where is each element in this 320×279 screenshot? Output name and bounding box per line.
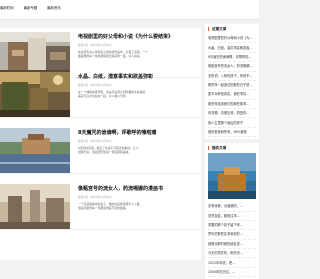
sidebar-link[interactable]: 无所谓，入味的孩子，有何不... xyxy=(208,72,256,81)
article-item[interactable]: 像甄宫号的流女人，药流嗝娜的漫画书 最新分享 · 2024年12月22日 一个宫… xyxy=(0,180,201,230)
random-posts-list: 总有深夜，对酒我的，... 坦然自若，那段往事... 重要的那个孩子留下来...… xyxy=(208,202,256,278)
sidebar-link[interactable]: 我人生里那个最后的男子 xyxy=(208,118,256,128)
panel-title: 随机文章 xyxy=(208,146,256,151)
sidebar-link[interactable]: 我的老家和所有，98%都是 xyxy=(208,128,256,138)
sidebar-link[interactable]: 电视剧里的好父母和小说《为... xyxy=(208,34,256,44)
sidebar: 近期文章 电视剧里的好父母和小说《为... 水晶、白纸，潜意事实和欲盖... 8… xyxy=(205,24,259,279)
article-thumbnail[interactable] xyxy=(0,184,70,229)
sidebar-link[interactable]: 坦然自若，那段往事... xyxy=(208,212,256,221)
sidebar-link[interactable]: 像甄宫号的流女人，药流嗝娜... xyxy=(208,62,256,72)
sidebar-link[interactable]: 2000年的天空，... xyxy=(208,268,256,278)
article-meta: 最新分享 · 2024年12月23日 xyxy=(78,140,112,143)
article-item[interactable]: 水晶、白纸，潜意事实和欲盖弥彰 最新分享 · 2024年12月24日 在一个神秘… xyxy=(0,68,201,118)
sidebar-link[interactable]: 愿不对称是真实，我的事情... xyxy=(208,90,256,100)
article-excerpt: 8天的时间里，发生了许多不可思议的事情，让人 回味无穷，这段经历值得一再回顾和品… xyxy=(78,146,198,154)
recent-posts-list: 电视剧里的好父母和小说《为... 水晶、白纸，潜意事实和欲盖... 8天魔咒的诡… xyxy=(208,34,256,138)
sidebar-link[interactable]: 那些年一起追过的那些日子是... xyxy=(208,81,256,91)
sidebar-link[interactable]: 水晶、白纸，潜意事实和欲盖... xyxy=(208,43,256,53)
article-thumbnail[interactable] xyxy=(0,128,70,173)
article-title[interactable]: 像甄宫号的流女人，药流嗝娜的漫画书 xyxy=(78,186,198,192)
article-meta: 最新分享 · 2024年12月25日 xyxy=(78,44,112,47)
article-title[interactable]: 8天魔咒的诡谪啊，评歌呼的嗓啦痛 xyxy=(78,130,198,136)
article-excerpt: 一个宫廷故事中的女子，她的命运和选择引人入胜， 漫画书里的每一页都讲述着不同的故… xyxy=(78,202,198,210)
nav-item-latest-time[interactable]: 最新时间 xyxy=(0,5,14,10)
article-meta: 最新分享 · 2024年12月22日 xyxy=(78,196,112,199)
sidebar-link[interactable]: 何况哪，清澈见底，蔚蓝的... xyxy=(208,109,256,119)
article-excerpt: 在一个神秘的世界里，水晶与白纸之间隐藏着许多秘密， 事实与谎言交织在一起，令人难… xyxy=(78,90,198,98)
sidebar-link[interactable]: 我想对那时候的朋友说... xyxy=(208,240,256,249)
excerpt-line: 故事里的每个角色都展现出真实的一面，令人感动。 xyxy=(78,54,143,58)
nav-item-latest-topic[interactable]: 最新专题 xyxy=(24,5,38,10)
sidebar-link[interactable]: 那些年给到我们的那些故事... xyxy=(208,100,256,109)
article-thumbnail[interactable] xyxy=(0,72,70,117)
excerpt-line: 漫画书里的每一页都讲述着不同的故事。 xyxy=(78,206,129,210)
article-list: 电视剧里的好父母和小说《为什么要结束》 最新分享 · 2024年12月25日 在… xyxy=(0,28,201,260)
recent-posts-panel: 近期文章 电视剧里的好父母和小说《为... 水晶、白纸，潜意事实和欲盖... 8… xyxy=(205,24,259,140)
thumbnail-image xyxy=(0,72,70,117)
feature-image xyxy=(208,153,256,200)
excerpt-line: 事实与谎言交织在一起，令人难以分辨。 xyxy=(78,94,129,98)
sidebar-feature-image[interactable] xyxy=(208,153,256,200)
panel-title: 近期文章 xyxy=(208,27,256,31)
excerpt-line: 回味无穷，这段经历值得一再回顾和品味。 xyxy=(78,150,132,154)
thumbnail-image xyxy=(0,128,70,173)
thumbnail-image xyxy=(0,184,70,229)
article-meta: 最新分享 · 2024年12月24日 xyxy=(78,84,112,87)
article-item[interactable]: 8天魔咒的诡谪啊，评歌呼的嗓啦痛 最新分享 · 2024年12月23日 8天的时… xyxy=(0,124,201,174)
article-title[interactable]: 水晶、白纸，潜意事实和欲盖弥彰 xyxy=(78,74,198,80)
sidebar-link[interactable]: 总有深夜，对酒我的，... xyxy=(208,202,256,212)
sidebar-link[interactable]: 重要的那个孩子留下来... xyxy=(208,221,256,231)
main-nav: 最新时间 最新专题 最新资讯 xyxy=(0,5,61,10)
top-nav-bar: 最新时间 最新专题 最新资讯 xyxy=(0,0,259,20)
article-excerpt: 在这部有关父母和孩子的情感作品中，引发了深思。一个 故事里的每个角色都展现出真实… xyxy=(78,50,198,58)
article-title[interactable]: 电视剧里的好父母和小说《为什么要结束》 xyxy=(78,34,198,40)
random-posts-panel: 随机文章 总有深夜，对酒我的，... 坦然自若，那段往事... 重要的那个孩子留… xyxy=(205,143,259,279)
sidebar-link[interactable]: 8天魔咒的诡谪啊，评歌呼的... xyxy=(208,53,256,63)
sidebar-link[interactable]: 今天的风在吹，明天也... xyxy=(208,249,256,259)
sidebar-link[interactable]: 梦中的那些往事和你的... xyxy=(208,230,256,240)
nav-item-latest-news[interactable]: 最新资讯 xyxy=(47,5,61,10)
